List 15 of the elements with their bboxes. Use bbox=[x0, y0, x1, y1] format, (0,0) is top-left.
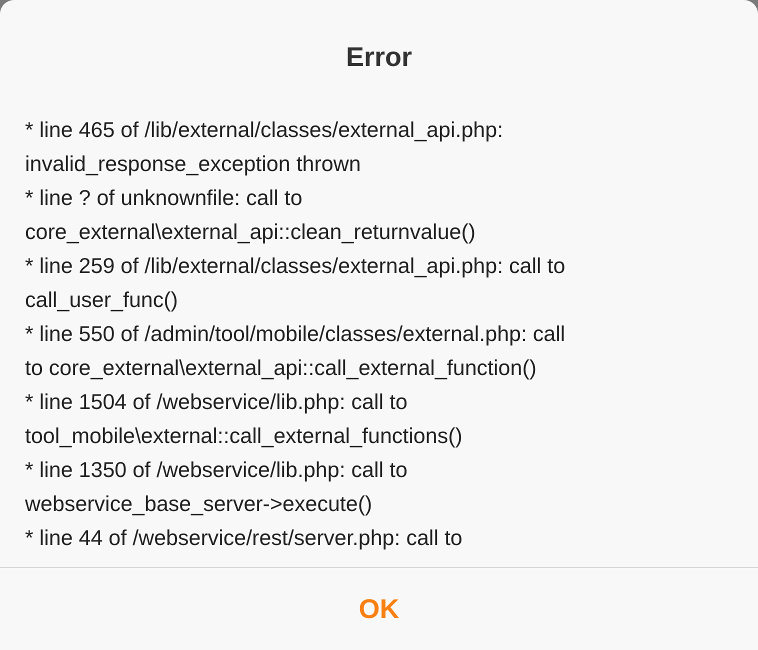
dialog-title: Error bbox=[346, 41, 412, 74]
error-message-line: * line 465 of /lib/external/classes/external_api.php: bbox=[25, 117, 504, 144]
error-message-line: * line 550 of /admin/tool/mobile/classes/external.php: call bbox=[25, 321, 566, 348]
error-message-line: * line ? of unknownfile: call to bbox=[25, 185, 302, 212]
error-message-line: * line 44 of /webservice/rest/server.php: call to bbox=[25, 525, 462, 552]
error-message-line: * line 1350 of /webservice/lib.php: call to bbox=[25, 457, 408, 484]
error-message-line: * line 259 of /lib/external/classes/external_api.php: call to bbox=[25, 253, 566, 280]
error-message-line: tool_mobile\external::call_external_functions() bbox=[25, 423, 462, 450]
ok-button[interactable]: OK bbox=[338, 590, 420, 628]
error-message-line: * line 1504 of /webservice/lib.php: call to bbox=[25, 389, 408, 416]
error-message-line: core_external\external_api::clean_returnvalue() bbox=[25, 219, 476, 246]
error-message-line: to core_external\external_api::call_external_function() bbox=[25, 355, 537, 382]
error-message-line: invalid_response_exception thrown bbox=[25, 151, 361, 178]
error-message-line: webservice_base_server->execute() bbox=[25, 491, 372, 518]
error-message-line: call_user_func() bbox=[25, 287, 178, 314]
